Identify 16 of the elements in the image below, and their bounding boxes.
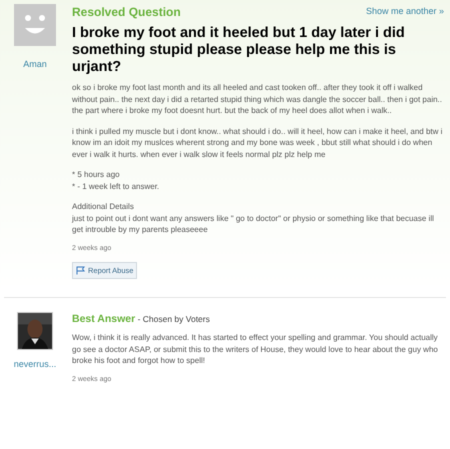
question-meta: * - 1 week left to answer. <box>72 180 160 192</box>
chosen-by-voters: - Chosen by Voters <box>136 313 210 326</box>
smiley-avatar-icon <box>14 4 56 46</box>
answer-text: Wow, i think it is really advanced. It has started to effect your spelling and grammar. You should actually go see a doctor ASAP, or submit this to the writers of House, they would love to hear about the guy who broke his foot and forgot how to spell! <box>72 332 439 366</box>
resolved-question-heading: Resolved Question <box>72 4 181 21</box>
best-answer-label: Best Answer <box>72 312 136 328</box>
details-heading: Additional Details <box>72 201 135 212</box>
question-paragraph: i think i pulled my muscle but i dont know.. what should i do.. will it heel, how can i make it heel, and btw i know im an idoit my muslces wherent strong and my bone was week , bbut still what should i do when ever i walk it hurts. when ever i walk slow it feels normal plz plz help me <box>72 126 444 160</box>
asker-name[interactable]: Aman <box>23 58 47 72</box>
question-title: I broke my foot and it heeled but 1 day later i did something stupid please please help me this is urjant? <box>72 25 406 76</box>
details-text: just to point out i dont want any answers like " go to doctor" or physio or something like that becuase ill get introuble by my parents pleaseeee <box>72 212 435 236</box>
show-another-link[interactable]: Show me another » <box>366 5 444 19</box>
question-meta: * 5 hours ago <box>72 169 121 180</box>
flag-icon <box>76 266 85 276</box>
answerer-name[interactable]: neverrus... <box>14 358 56 372</box>
question-paragraph: ok so i broke my foot last month and its all heeled and cast tooken off.. after they took it off i walked without pain.. the next day i did a retarted stupid thing which was dangle the soccer ball.. then i got pain.. the part where i broke my foot doesnt hurt. but the back of my heel does allot when i walk.. <box>72 82 444 116</box>
